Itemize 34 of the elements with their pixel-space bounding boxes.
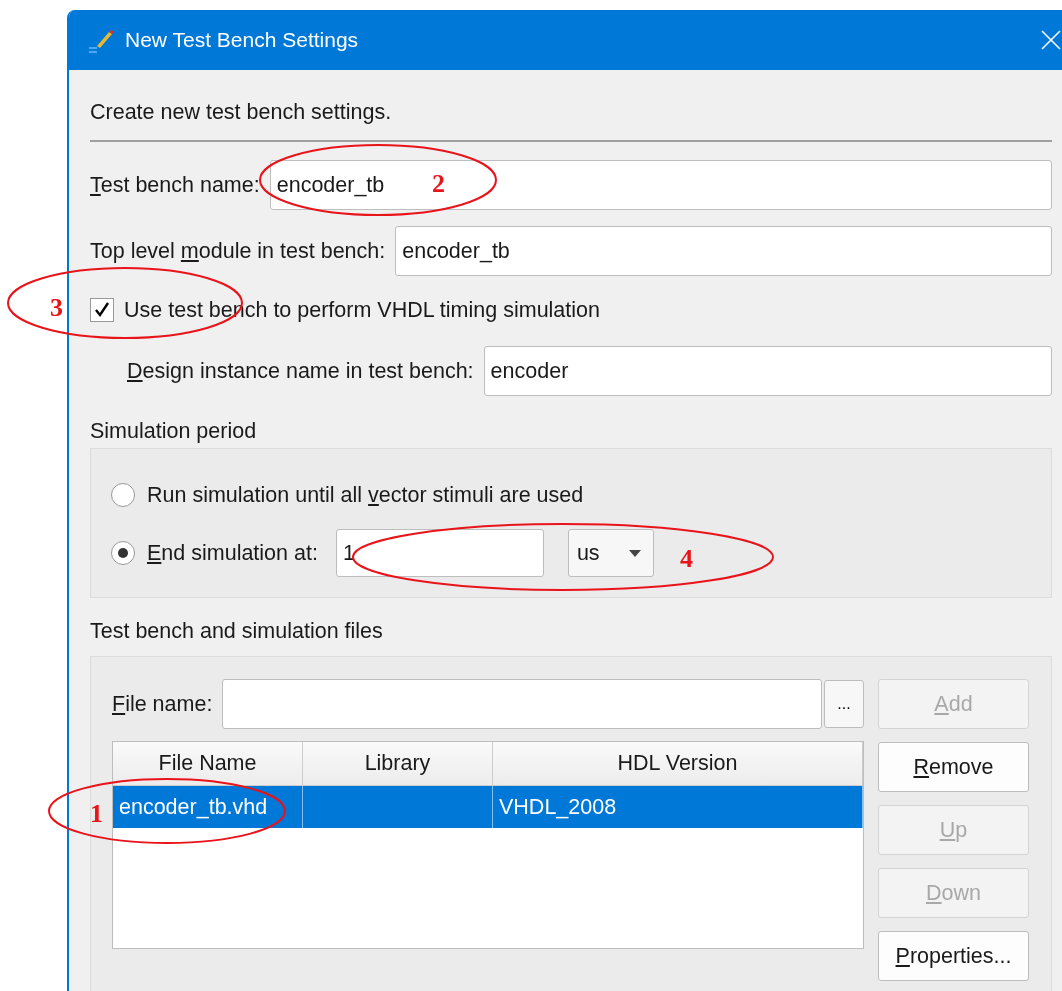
- field-label: Design instance name in test bench:: [127, 358, 474, 384]
- file-name-field[interactable]: [222, 679, 822, 729]
- column-header[interactable]: Library: [303, 742, 493, 785]
- text-field[interactable]: encoder_tb: [395, 226, 1052, 276]
- checkmark-icon: [93, 301, 111, 319]
- field-label: Test bench name:: [90, 172, 260, 198]
- unit-dropdown[interactable]: us: [567, 529, 654, 577]
- field-label: File name:: [112, 691, 213, 717]
- radio-label: End simulation at:: [147, 540, 318, 566]
- field-label: Top level module in test bench:: [90, 238, 386, 264]
- action-button[interactable]: Remove: [878, 742, 1029, 792]
- group-title: Simulation period: [90, 417, 258, 445]
- radio-button[interactable]: [111, 483, 135, 507]
- intro-text: Create new test bench settings.: [90, 100, 393, 126]
- column-header[interactable]: HDL Version: [493, 742, 863, 785]
- table-cell: VHDL_2008: [493, 786, 863, 828]
- column-header[interactable]: File Name: [113, 742, 303, 785]
- window-title: New Test Bench Settings: [125, 28, 360, 52]
- text-field[interactable]: encoder: [483, 346, 1052, 396]
- close-icon[interactable]: [1040, 29, 1062, 51]
- callout-number: 1: [90, 799, 103, 828]
- callout-number: 3: [50, 293, 63, 322]
- browse-button[interactable]: ...: [824, 680, 864, 728]
- action-button[interactable]: Properties...: [878, 931, 1029, 981]
- callout-number: 2: [432, 169, 445, 198]
- group-title: Test bench and simulation files: [90, 617, 384, 645]
- caret-icon: [628, 549, 641, 557]
- radio-button[interactable]: [111, 541, 135, 565]
- radio-label: Run simulation until all vector stimuli are used: [147, 482, 584, 508]
- callout-number: 4: [680, 544, 693, 573]
- text-field[interactable]: 1: [335, 529, 544, 577]
- checkbox[interactable]: [90, 298, 114, 322]
- table-cell: encoder_tb.vhd: [113, 786, 303, 828]
- table-row[interactable]: encoder_tb.vhd VHDL_2008: [113, 786, 863, 828]
